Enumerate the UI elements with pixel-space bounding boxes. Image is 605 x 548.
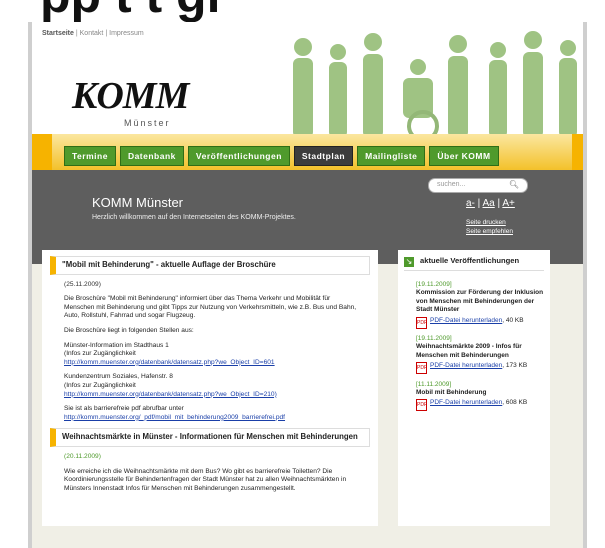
main-content: "Mobil mit Behinderung" - aktuelle Aufla… <box>42 250 378 526</box>
sidebar-header: ↘ aktuelle Veröffentlichungen <box>404 256 544 271</box>
tab-mailingliste[interactable]: Mailingliste <box>357 146 426 166</box>
pdf-link[interactable]: http://komm.muenster.org/_pdf/mobil_mit_… <box>64 414 285 421</box>
recommend-page-link[interactable]: Seite empfehlen <box>466 227 513 236</box>
pdf-icon: PDF <box>416 399 427 412</box>
font-larger-link[interactable]: A+ <box>502 198 515 209</box>
arrow-icon: ↘ <box>404 257 414 267</box>
banner-title: KOMM Münster <box>92 195 184 210</box>
article-text: Wie erreiche ich die Weihnachtsmärkte mi… <box>64 467 347 492</box>
place-block: Münster-Information im Stadthaus 1 (Info… <box>64 341 275 366</box>
font-normal-link[interactable]: Aa <box>483 198 495 209</box>
place-link[interactable]: http://komm.muenster.org/datenbank/daten… <box>64 391 277 398</box>
tab-stadtplan[interactable]: Stadtplan <box>293 146 354 166</box>
banner-subtitle: Herzlich willkommen auf den Internetseit… <box>92 214 296 221</box>
contact-link[interactable]: Kontakt <box>80 30 104 37</box>
tab-veroeffentlichungen[interactable]: Veröffentlichungen <box>187 146 290 166</box>
home-link[interactable]: Startseite <box>42 30 74 37</box>
sidebar: ↘ aktuelle Veröffentlichungen [19.11.200… <box>398 250 550 526</box>
publication-item: [19.11.2009] Kommission zur Förderung de… <box>416 281 544 329</box>
pdf-download-link[interactable]: PDF-Datei herunterladen <box>430 399 502 406</box>
print-page-link[interactable]: Seite drucken <box>466 218 513 227</box>
people-silhouettes-image <box>293 31 577 142</box>
place-block: Kundenzentrum Soziales, Hafenstr. 8 (Inf… <box>64 373 277 398</box>
komm-logo[interactable]: KOMM Münster <box>72 74 189 128</box>
article-date: (25.11.2009) <box>64 280 101 288</box>
publication-item: [19.11.2009] Weihnachtsmärkte 2009 - Inf… <box>416 335 544 375</box>
page-tools: Seite drucken Seite empfehlen <box>466 218 513 236</box>
article-date: (20.11.2009) <box>64 452 101 460</box>
search-input[interactable]: suchen... 🔍︎ <box>428 178 528 193</box>
pdf-download-link[interactable]: PDF-Datei herunterladen <box>430 362 502 369</box>
top-links: Startseite | Kontakt | Impressum <box>42 30 144 37</box>
pdf-icon: PDF <box>416 316 427 329</box>
impressum-link[interactable]: Impressum <box>109 30 144 37</box>
main-nav: Termine Datenbank Veröffentlichungen Sta… <box>64 146 499 166</box>
pdf-block: Sie ist als barrierefreie pdf abrufbar u… <box>64 405 286 421</box>
pdf-icon: PDF <box>416 362 427 375</box>
pdf-download-link[interactable]: PDF-Datei herunterladen <box>430 317 502 324</box>
tab-ueber-komm[interactable]: Über KOMM <box>429 146 499 166</box>
font-smaller-link[interactable]: a- <box>466 198 475 209</box>
font-size-controls: a- | Aa | A+ <box>466 198 515 209</box>
article-text: Die Broschüre "Mobil mit Behinderung" in… <box>64 295 357 320</box>
article-title[interactable]: "Mobil mit Behinderung" - aktuelle Aufla… <box>50 256 370 275</box>
tab-termine[interactable]: Termine <box>64 146 116 166</box>
cut-off-heading: pp t t gi <box>0 0 605 22</box>
search-icon[interactable]: 🔍︎ <box>509 180 519 189</box>
article-text: Die Broschüre liegt in folgenden Stellen… <box>64 326 194 334</box>
article-title[interactable]: Weihnachtsmärkte in Münster - Informatio… <box>50 428 370 447</box>
header: Startseite | Kontakt | Impressum KOMM Mü… <box>32 22 583 170</box>
publication-item: [11.11.2009] Mobil mit Behinderung PDF PD… <box>416 381 544 412</box>
tab-datenbank[interactable]: Datenbank <box>119 146 184 166</box>
place-link[interactable]: http://komm.muenster.org/datenbank/daten… <box>64 359 275 366</box>
